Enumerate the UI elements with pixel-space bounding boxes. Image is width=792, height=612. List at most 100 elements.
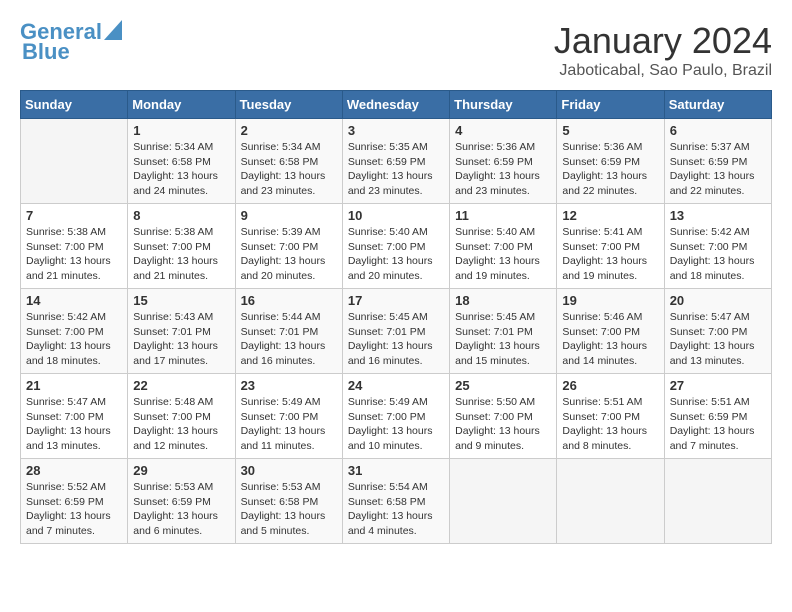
day-number: 5 <box>562 123 658 138</box>
calendar-table: SundayMondayTuesdayWednesdayThursdayFrid… <box>20 90 772 544</box>
day-header-tuesday: Tuesday <box>235 91 342 119</box>
calendar-week-row: 7 Sunrise: 5:38 AMSunset: 7:00 PMDaylight… <box>21 204 772 289</box>
calendar-cell: 11 Sunrise: 5:40 AMSunset: 7:00 PMDayligh… <box>450 204 557 289</box>
cell-content: Sunrise: 5:37 AMSunset: 6:59 PMDaylight:… <box>670 140 766 199</box>
cell-content: Sunrise: 5:41 AMSunset: 7:00 PMDaylight:… <box>562 225 658 284</box>
cell-content: Sunrise: 5:47 AMSunset: 7:00 PMDaylight:… <box>26 395 122 454</box>
calendar-cell: 3 Sunrise: 5:35 AMSunset: 6:59 PMDaylight… <box>342 119 449 204</box>
cell-content: Sunrise: 5:38 AMSunset: 7:00 PMDaylight:… <box>133 225 229 284</box>
cell-content: Sunrise: 5:50 AMSunset: 7:00 PMDaylight:… <box>455 395 551 454</box>
day-header-friday: Friday <box>557 91 664 119</box>
day-number: 23 <box>241 378 337 393</box>
day-number: 27 <box>670 378 766 393</box>
calendar-cell: 1Sunrise: 5:34 AMSunset: 6:58 PMDaylight… <box>128 119 235 204</box>
calendar-cell: 19 Sunrise: 5:46 AMSunset: 7:00 PMDayligh… <box>557 289 664 374</box>
day-number: 10 <box>348 208 444 223</box>
cell-content: Sunrise: 5:53 AMSunset: 6:58 PMDaylight:… <box>241 480 337 539</box>
day-number: 2 <box>241 123 337 138</box>
day-number: 9 <box>241 208 337 223</box>
day-number: 7 <box>26 208 122 223</box>
calendar-cell: 27 Sunrise: 5:51 AMSunset: 6:59 PMDayligh… <box>664 374 771 459</box>
day-number: 29 <box>133 463 229 478</box>
calendar-week-row: 1Sunrise: 5:34 AMSunset: 6:58 PMDaylight… <box>21 119 772 204</box>
calendar-header-row: SundayMondayTuesdayWednesdayThursdayFrid… <box>21 91 772 119</box>
cell-content: Sunrise: 5:48 AMSunset: 7:00 PMDaylight:… <box>133 395 229 454</box>
day-number: 28 <box>26 463 122 478</box>
cell-content: Sunrise: 5:43 AMSunset: 7:01 PMDaylight:… <box>133 310 229 369</box>
calendar-cell <box>557 459 664 544</box>
day-number: 16 <box>241 293 337 308</box>
cell-content: Sunrise: 5:44 AMSunset: 7:01 PMDaylight:… <box>241 310 337 369</box>
title-section: January 2024 Jaboticabal, Sao Paulo, Bra… <box>554 20 772 80</box>
calendar-cell: 18 Sunrise: 5:45 AMSunset: 7:01 PMDayligh… <box>450 289 557 374</box>
day-number: 4 <box>455 123 551 138</box>
day-number: 14 <box>26 293 122 308</box>
calendar-cell: 31Sunrise: 5:54 AMSunset: 6:58 PMDayligh… <box>342 459 449 544</box>
day-number: 13 <box>670 208 766 223</box>
calendar-cell: 26 Sunrise: 5:51 AMSunset: 7:00 PMDayligh… <box>557 374 664 459</box>
day-number: 17 <box>348 293 444 308</box>
day-number: 3 <box>348 123 444 138</box>
day-number: 18 <box>455 293 551 308</box>
calendar-cell: 5 Sunrise: 5:36 AMSunset: 6:59 PMDaylight… <box>557 119 664 204</box>
cell-content: Sunrise: 5:45 AMSunset: 7:01 PMDaylight:… <box>455 310 551 369</box>
cell-content: Sunrise: 5:51 AMSunset: 6:59 PMDaylight:… <box>670 395 766 454</box>
subtitle: Jaboticabal, Sao Paulo, Brazil <box>554 62 772 80</box>
calendar-cell: 29 Sunrise: 5:53 AMSunset: 6:59 PMDayligh… <box>128 459 235 544</box>
cell-content: Sunrise: 5:40 AMSunset: 7:00 PMDaylight:… <box>348 225 444 284</box>
calendar-cell: 14 Sunrise: 5:42 AMSunset: 7:00 PMDayligh… <box>21 289 128 374</box>
calendar-cell <box>664 459 771 544</box>
calendar-cell: 20Sunrise: 5:47 AMSunset: 7:00 PMDayligh… <box>664 289 771 374</box>
logo-triangle-icon <box>104 20 122 40</box>
day-number: 25 <box>455 378 551 393</box>
cell-content: Sunrise: 5:49 AMSunset: 7:00 PMDaylight:… <box>241 395 337 454</box>
calendar-cell: 8 Sunrise: 5:38 AMSunset: 7:00 PMDaylight… <box>128 204 235 289</box>
cell-content: Sunrise: 5:42 AMSunset: 7:00 PMDaylight:… <box>670 225 766 284</box>
cell-content: Sunrise: 5:35 AMSunset: 6:59 PMDaylight:… <box>348 140 444 199</box>
cell-content: Sunrise: 5:52 AMSunset: 6:59 PMDaylight:… <box>26 480 122 539</box>
day-number: 24 <box>348 378 444 393</box>
cell-content: Sunrise: 5:53 AMSunset: 6:59 PMDaylight:… <box>133 480 229 539</box>
cell-content: Sunrise: 5:34 AMSunset: 6:58 PMDaylight:… <box>133 140 229 199</box>
calendar-cell <box>21 119 128 204</box>
day-number: 22 <box>133 378 229 393</box>
calendar-cell: 7 Sunrise: 5:38 AMSunset: 7:00 PMDaylight… <box>21 204 128 289</box>
calendar-cell: 4 Sunrise: 5:36 AMSunset: 6:59 PMDaylight… <box>450 119 557 204</box>
cell-content: Sunrise: 5:46 AMSunset: 7:00 PMDaylight:… <box>562 310 658 369</box>
day-header-monday: Monday <box>128 91 235 119</box>
cell-content: Sunrise: 5:49 AMSunset: 7:00 PMDaylight:… <box>348 395 444 454</box>
cell-content: Sunrise: 5:42 AMSunset: 7:00 PMDaylight:… <box>26 310 122 369</box>
day-header-wednesday: Wednesday <box>342 91 449 119</box>
main-title: January 2024 <box>554 20 772 62</box>
cell-content: Sunrise: 5:54 AMSunset: 6:58 PMDaylight:… <box>348 480 444 539</box>
calendar-cell: 25 Sunrise: 5:50 AMSunset: 7:00 PMDayligh… <box>450 374 557 459</box>
calendar-cell: 2 Sunrise: 5:34 AMSunset: 6:58 PMDaylight… <box>235 119 342 204</box>
cell-content: Sunrise: 5:51 AMSunset: 7:00 PMDaylight:… <box>562 395 658 454</box>
logo-text-blue: Blue <box>22 40 70 64</box>
calendar-cell: 10 Sunrise: 5:40 AMSunset: 7:00 PMDayligh… <box>342 204 449 289</box>
calendar-cell: 22 Sunrise: 5:48 AMSunset: 7:00 PMDayligh… <box>128 374 235 459</box>
calendar-cell <box>450 459 557 544</box>
cell-content: Sunrise: 5:38 AMSunset: 7:00 PMDaylight:… <box>26 225 122 284</box>
cell-content: Sunrise: 5:45 AMSunset: 7:01 PMDaylight:… <box>348 310 444 369</box>
day-number: 20 <box>670 293 766 308</box>
day-number: 30 <box>241 463 337 478</box>
cell-content: Sunrise: 5:34 AMSunset: 6:58 PMDaylight:… <box>241 140 337 199</box>
calendar-week-row: 28 Sunrise: 5:52 AMSunset: 6:59 PMDayligh… <box>21 459 772 544</box>
cell-content: Sunrise: 5:40 AMSunset: 7:00 PMDaylight:… <box>455 225 551 284</box>
calendar-cell: 6Sunrise: 5:37 AMSunset: 6:59 PMDaylight… <box>664 119 771 204</box>
calendar-cell: 24 Sunrise: 5:49 AMSunset: 7:00 PMDayligh… <box>342 374 449 459</box>
calendar-cell: 21 Sunrise: 5:47 AMSunset: 7:00 PMDayligh… <box>21 374 128 459</box>
cell-content: Sunrise: 5:36 AMSunset: 6:59 PMDaylight:… <box>562 140 658 199</box>
cell-content: Sunrise: 5:36 AMSunset: 6:59 PMDaylight:… <box>455 140 551 199</box>
calendar-cell: 30 Sunrise: 5:53 AMSunset: 6:58 PMDayligh… <box>235 459 342 544</box>
day-number: 11 <box>455 208 551 223</box>
calendar-cell: 16 Sunrise: 5:44 AMSunset: 7:01 PMDayligh… <box>235 289 342 374</box>
day-header-thursday: Thursday <box>450 91 557 119</box>
day-number: 26 <box>562 378 658 393</box>
calendar-week-row: 14 Sunrise: 5:42 AMSunset: 7:00 PMDayligh… <box>21 289 772 374</box>
day-number: 8 <box>133 208 229 223</box>
logo: General Blue <box>20 20 122 64</box>
day-number: 19 <box>562 293 658 308</box>
day-number: 21 <box>26 378 122 393</box>
